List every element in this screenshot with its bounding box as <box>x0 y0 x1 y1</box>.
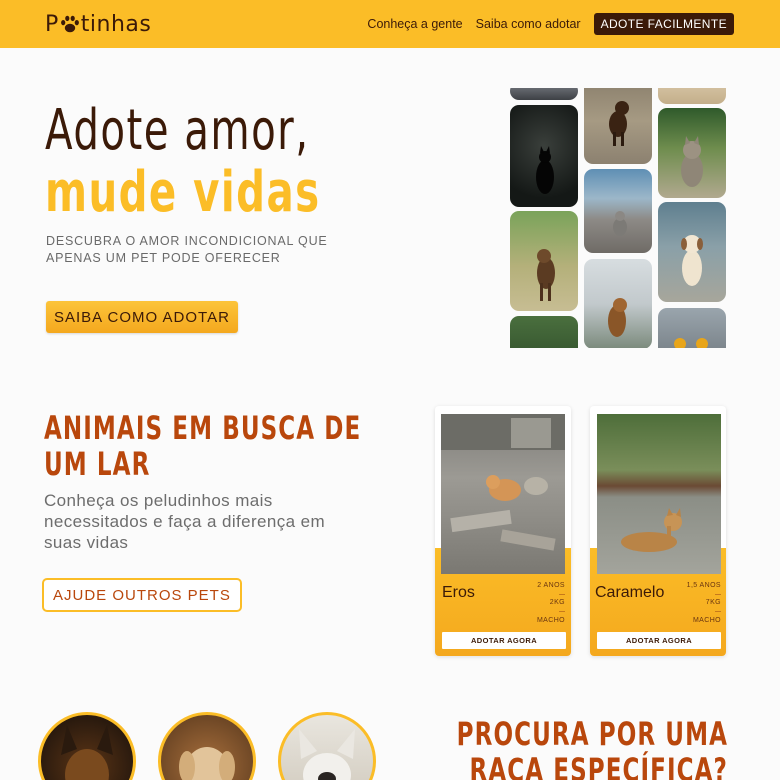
animals-section-title: ANIMAIS EM BUSCA DE UM LAR <box>44 410 368 482</box>
help-other-pets-label: AJUDE OUTROS PETS <box>53 586 231 604</box>
hero-title-line2: mude vidas <box>45 160 321 225</box>
hero-title-line1: Adote amor, <box>45 98 310 163</box>
black-cat-photo <box>510 105 578 207</box>
photo-tile <box>510 88 578 100</box>
learn-how-to-adopt-button[interactable]: SAIBA COMO ADOTAR <box>46 301 238 333</box>
paw-icon <box>60 15 79 33</box>
pet-weight-caramelo: 7KG <box>705 599 721 606</box>
orange-cat-photo <box>441 414 565 574</box>
nav-link-how-to-adopt[interactable]: Saiba como adotar <box>476 17 581 31</box>
logo-text: tinhas <box>80 11 152 37</box>
help-other-pets-button[interactable]: AJUDE OUTROS PETS <box>42 578 242 612</box>
divider <box>715 611 721 612</box>
animals-title-line2: UM LAR <box>44 445 151 483</box>
mixed-breed-dog-photo <box>510 211 578 311</box>
pet-sex-caramelo: MACHO <box>692 617 721 624</box>
brown-dog-photo <box>584 259 652 348</box>
pet-sex-eros: MACHO <box>536 617 565 624</box>
german-shepherd-photo[interactable] <box>38 712 136 780</box>
photo-tile <box>658 88 726 104</box>
adopt-now-label: ADOTAR AGORA <box>625 636 693 645</box>
animals-title-line1: ANIMAIS EM BUSCA DE <box>44 409 362 447</box>
cat-on-street-photo <box>584 169 652 253</box>
adopt-easily-button[interactable]: ADOTE FACILMENTE <box>593 13 734 35</box>
adopt-now-button-eros[interactable]: ADOTAR AGORA <box>442 632 566 649</box>
hero-subtitle: DESCUBRA O AMOR INCONDICIONAL QUE APENAS… <box>46 234 328 265</box>
pet-age-caramelo: 1,5 ANOS <box>686 582 721 589</box>
breeds-title-line1: PROCURA POR UMA <box>456 715 728 753</box>
animals-subtitle: Conheça os peludinhos mais necessitados … <box>44 491 326 552</box>
caramel-dog-photo <box>597 414 721 574</box>
divider <box>715 594 721 595</box>
gray-cat-with-sunglasses-photo <box>658 308 726 348</box>
beige-puppy-photo <box>658 202 726 302</box>
french-bulldog-photo[interactable] <box>278 712 376 780</box>
main-nav: Conheça a gente Saiba como adotar ADOTE … <box>354 13 734 35</box>
pet-name-eros: Eros <box>442 584 475 601</box>
tabby-cat-photo <box>658 108 726 198</box>
logo[interactable]: P tinhas <box>45 10 151 38</box>
pet-photo-collage <box>508 88 728 348</box>
divider <box>559 611 565 612</box>
pet-age-eros: 2 ANOS <box>537 582 565 589</box>
adopt-now-label: ADOTAR AGORA <box>470 636 538 645</box>
top-navigation-bar: P tinhas Conheça a gente Saiba como adot… <box>0 0 780 48</box>
breeds-section-title: PROCURA POR UMA RAÇA ESPECÍFICA? <box>426 716 728 780</box>
divider <box>559 594 565 595</box>
golden-retriever-photo[interactable] <box>158 712 256 780</box>
adopt-now-button-caramelo[interactable]: ADOTAR AGORA <box>597 632 721 649</box>
learn-how-to-adopt-label: SAIBA COMO ADOTAR <box>54 308 230 326</box>
brown-puppy-photo <box>584 88 652 164</box>
hero-title: Adote amor, mude vidas <box>45 100 376 224</box>
logo-letter-p: P <box>45 11 59 37</box>
photo-tile <box>510 316 578 348</box>
nav-link-about[interactable]: Conheça a gente <box>367 17 462 31</box>
pet-weight-eros: 2KG <box>549 599 565 606</box>
pet-name-caramelo: Caramelo <box>595 584 665 601</box>
breeds-title-line2: RAÇA ESPECÍFICA? <box>469 751 728 780</box>
